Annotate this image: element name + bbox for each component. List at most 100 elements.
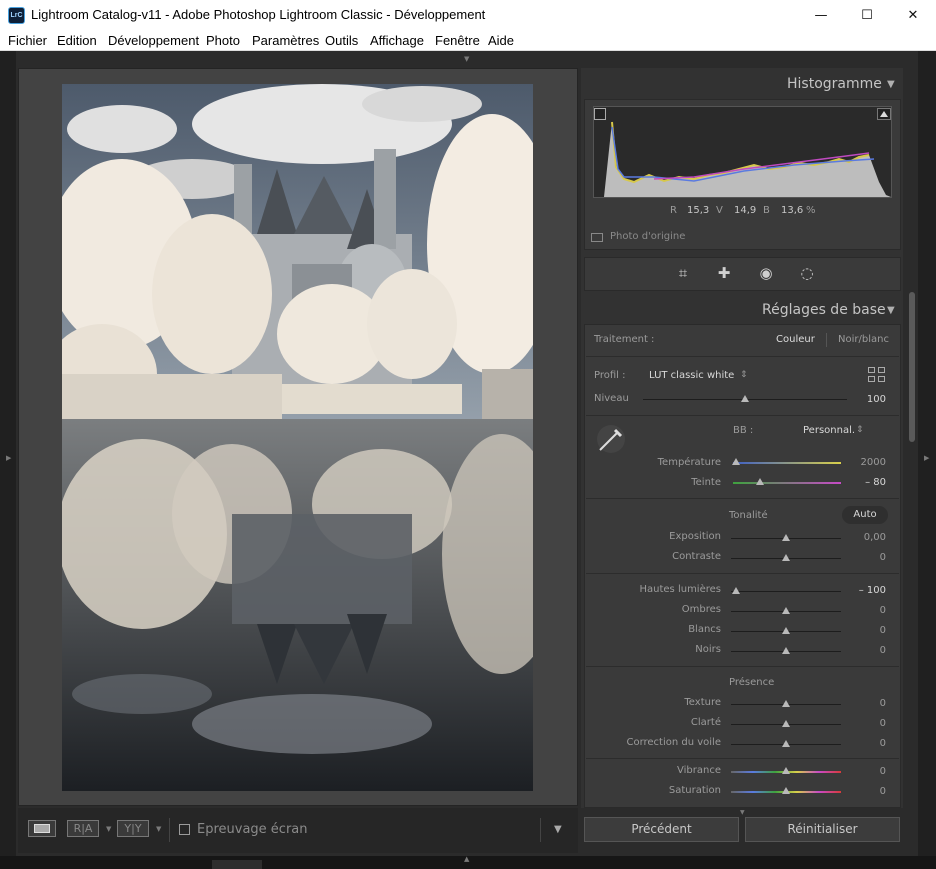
healing-tool-icon[interactable]: ✚ [714,263,734,283]
shadow-clipping-toggle[interactable] [594,108,606,120]
previous-settings-button[interactable]: Précédent [584,817,739,842]
basic-panel-title[interactable]: Réglages de base [762,302,886,318]
tint-slider-thumb[interactable] [756,478,764,485]
saturation-label: Saturation [668,785,721,796]
texture-slider-thumb[interactable] [782,700,790,707]
reset-button[interactable]: Réinitialiser [745,817,900,842]
whites-slider-thumb[interactable] [782,627,790,634]
menu-edition[interactable]: Edition [57,33,97,48]
highlights-value[interactable]: – 100 [846,585,886,597]
profile-dropdown[interactable]: LUT classic white [649,370,734,382]
texture-value[interactable]: 0 [846,698,886,710]
highlight-clipping-toggle[interactable] [877,108,891,120]
exposure-value[interactable]: 0,00 [846,532,886,544]
blacks-slider-thumb[interactable] [782,647,790,654]
profile-dropdown-chevron-icon[interactable]: ⇕ [740,369,748,381]
divider [586,758,899,759]
masking-tool-icon[interactable]: ◌ [797,263,817,283]
loupe-icon [34,824,50,833]
histogram-r-value: 15,3 [687,205,710,216]
histogram-chart[interactable] [593,106,892,198]
auto-tone-button[interactable]: Auto [842,506,888,524]
toolbar-menu-icon[interactable]: ▼ [554,825,562,835]
contrast-slider-thumb[interactable] [782,554,790,561]
highlights-label: Hautes lumières [639,584,722,595]
highlights-slider-thumb[interactable] [732,587,740,594]
close-button[interactable]: ✕ [890,0,936,31]
dehaze-slider-thumb[interactable] [782,740,790,747]
tint-slider-track[interactable] [733,482,841,484]
menu-photo[interactable]: Photo [206,33,240,48]
temperature-value[interactable]: 2000 [846,457,886,469]
treatment-label: Traitement : [594,334,655,345]
softproof-checkbox[interactable] [179,824,190,835]
before-after-lr-dropdown-icon[interactable]: ▼ [106,826,111,833]
minimize-button[interactable]: — [798,0,844,31]
vibrance-value[interactable]: 0 [846,766,886,778]
temperature-slider-thumb[interactable] [732,458,740,465]
panel-end-marker-icon: ▼ [740,809,745,816]
treatment-color-option[interactable]: Couleur [776,334,815,346]
top-panel-toggle-icon[interactable]: ▼ [464,56,469,63]
saturation-slider-thumb[interactable] [782,787,790,794]
wb-dropdown[interactable]: Personnal. [803,425,855,437]
menu-aide[interactable]: Aide [488,33,514,48]
vibrance-slider-thumb[interactable] [782,767,790,774]
white-balance-eyedropper-icon[interactable] [596,424,628,454]
original-photo-checkbox[interactable] [591,233,603,242]
shadows-slider-thumb[interactable] [782,607,790,614]
amount-value[interactable]: 100 [846,394,886,406]
histogram-title[interactable]: Histogramme [787,76,882,92]
clarity-slider-thumb[interactable] [782,720,790,727]
original-photo-label: Photo d'origine [610,231,686,242]
bottom-toolbar: R|A ▼ Y|Y ▼ Epreuvage écran ▼ [18,808,578,853]
wb-dropdown-chevron-icon[interactable]: ⇕ [856,424,864,436]
vibrance-label: Vibrance [677,765,721,776]
blacks-label: Noirs [695,644,721,655]
dehaze-value[interactable]: 0 [846,738,886,750]
menu-outils[interactable]: Outils [325,33,358,48]
menu-bar: Fichier Edition Développement Photo Para… [0,31,936,51]
histogram-graph [594,121,891,197]
right-panel-toggle-icon[interactable]: ▶ [924,455,929,462]
menu-fichier[interactable]: Fichier [8,33,47,48]
amount-slider-thumb[interactable] [741,395,749,402]
whites-value[interactable]: 0 [846,625,886,637]
profile-browser-grid-icon[interactable] [868,367,887,384]
clarity-value[interactable]: 0 [846,718,886,730]
menu-fenetre[interactable]: Fenêtre [435,33,480,48]
shadows-value[interactable]: 0 [846,605,886,617]
menu-affichage[interactable]: Affichage [370,33,424,48]
tint-value[interactable]: – 80 [846,477,886,489]
tool-strip [584,257,901,291]
temperature-label: Température [657,457,721,468]
crop-tool-icon[interactable]: ⌗ [673,263,693,283]
exposure-label: Exposition [669,531,721,542]
temperature-slider-track[interactable] [733,462,841,464]
before-after-tb-button[interactable]: Y|Y [117,820,149,837]
treatment-bw-option[interactable]: Noir/blanc [838,334,889,346]
before-after-tb-dropdown-icon[interactable]: ▼ [156,826,161,833]
before-after-lr-button[interactable]: R|A [67,820,99,837]
texture-label: Texture [684,697,721,708]
blacks-value[interactable]: 0 [846,645,886,657]
right-panel-scrollbar[interactable] [909,292,915,442]
photo-preview[interactable] [62,84,533,791]
left-panel-toggle-icon[interactable]: ▶ [6,455,11,462]
basic-collapse-icon[interactable]: ▼ [887,305,895,316]
saturation-value[interactable]: 0 [846,786,886,798]
exposure-slider-thumb[interactable] [782,534,790,541]
bottom-panel-toggle-icon[interactable]: ▲ [464,856,469,863]
menu-parametres[interactable]: Paramètres [252,33,319,48]
menu-developpement[interactable]: Développement [108,33,199,48]
loupe-view-button[interactable] [28,820,56,837]
histogram-g-label: V [716,205,723,216]
contrast-value[interactable]: 0 [846,552,886,564]
red-eye-tool-icon[interactable]: ◉ [756,263,776,283]
window-title: Lightroom Catalog-v11 - Adobe Photoshop … [31,7,486,22]
histogram-collapse-icon[interactable]: ▼ [887,79,895,90]
title-bar: LrC Lightroom Catalog-v11 - Adobe Photos… [0,0,936,31]
highlights-slider-track[interactable] [731,591,841,592]
tone-section-label: Tonalité [729,510,768,521]
maximize-button[interactable]: ☐ [844,0,890,31]
